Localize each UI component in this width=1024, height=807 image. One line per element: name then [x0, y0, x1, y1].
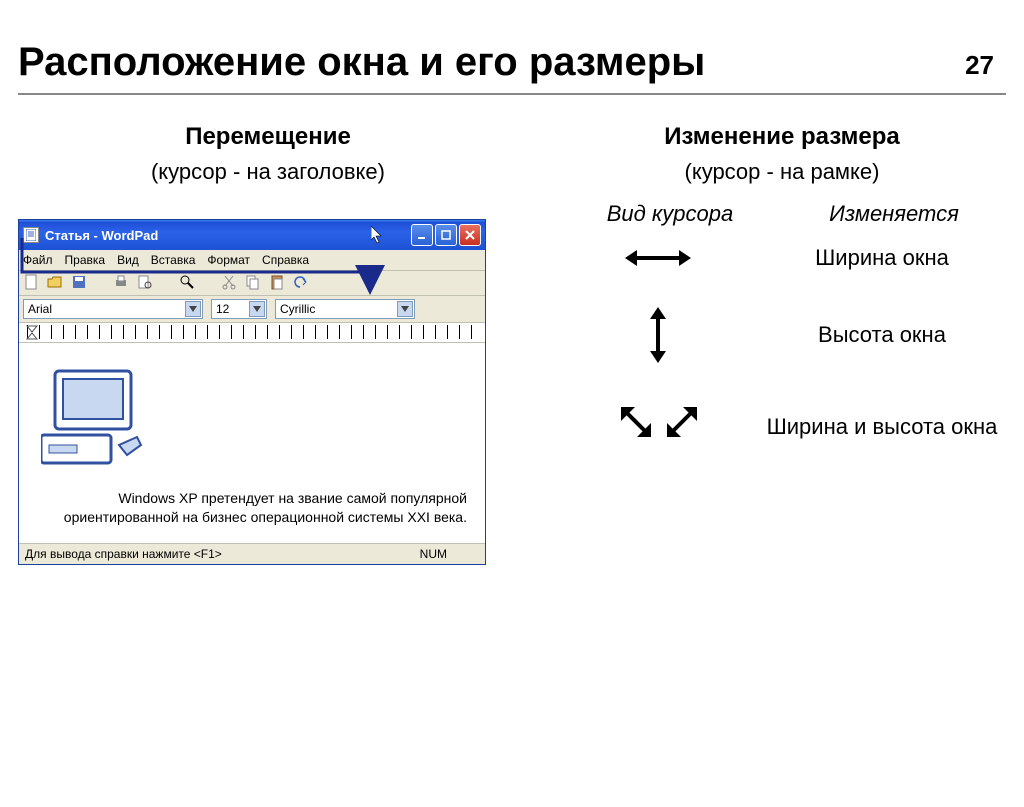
ruler-indent-icon[interactable]	[25, 323, 39, 343]
resize-vertical-icon	[646, 305, 670, 365]
new-file-icon[interactable]	[23, 274, 41, 292]
slide-title: Расположение окна и его размеры	[18, 40, 1024, 85]
undo-icon[interactable]	[293, 274, 311, 292]
table-col2: Изменяется	[782, 201, 1006, 227]
menu-help[interactable]: Справка	[262, 253, 309, 267]
charset-combo[interactable]: Cyrillic	[275, 299, 415, 319]
find-icon[interactable]	[179, 274, 197, 292]
paste-icon[interactable]	[269, 274, 287, 292]
chevron-down-icon[interactable]	[185, 301, 201, 317]
status-text: Для вывода справки нажмите <F1>	[25, 547, 404, 561]
chevron-down-icon[interactable]	[249, 301, 265, 317]
cursor-desc-height: Высота окна	[758, 322, 1006, 348]
maximize-button[interactable]	[435, 224, 457, 246]
cursor-desc-width: Ширина окна	[758, 245, 1006, 271]
right-heading: Изменение размера	[558, 123, 1006, 151]
wordpad-statusbar: Для вывода справки нажмите <F1> NUM	[19, 543, 485, 564]
wordpad-ruler	[19, 323, 485, 343]
close-button[interactable]	[459, 224, 481, 246]
save-icon[interactable]	[71, 274, 89, 292]
charset-combo-value: Cyrillic	[280, 302, 315, 316]
copy-icon[interactable]	[245, 274, 263, 292]
computer-clipart-icon	[41, 363, 161, 473]
cursor-row-diagonal: Ширина и высота окна	[558, 399, 1006, 455]
resize-diagonal-icon	[613, 399, 703, 455]
page-number: 27	[965, 50, 994, 81]
chevron-down-icon[interactable]	[397, 301, 413, 317]
minimize-button[interactable]	[411, 224, 433, 246]
size-combo-value: 12	[216, 302, 229, 316]
size-combo[interactable]: 12	[211, 299, 267, 319]
wordpad-window: Статья - WordPad Фа	[18, 219, 486, 565]
right-sub: (курсор - на рамке)	[558, 159, 1006, 185]
wordpad-toolbar	[19, 271, 485, 296]
print-icon[interactable]	[113, 274, 131, 292]
cursor-arrow-icon	[371, 226, 385, 244]
wordpad-menu: Файл Правка Вид Вставка Формат Справка	[19, 250, 485, 271]
menu-file[interactable]: Файл	[23, 253, 53, 267]
title-underline	[18, 93, 1006, 95]
cursor-row-vertical: Высота окна	[558, 305, 1006, 365]
wordpad-title: Статья - WordPad	[45, 228, 411, 243]
cut-icon[interactable]	[221, 274, 239, 292]
menu-insert[interactable]: Вставка	[151, 253, 196, 267]
wordpad-document[interactable]: Windows XP претендует на звание самой по…	[19, 343, 485, 543]
menu-format[interactable]: Формат	[207, 253, 250, 267]
status-num: NUM	[404, 547, 463, 561]
cursor-row-horizontal: Ширина окна	[558, 245, 1006, 271]
resize-horizontal-icon	[623, 246, 693, 270]
preview-icon[interactable]	[137, 274, 155, 292]
left-sub: (курсор - на заголовке)	[18, 159, 518, 185]
wordpad-app-icon	[23, 227, 39, 243]
menu-edit[interactable]: Правка	[65, 253, 106, 267]
document-text: Windows XP претендует на звание самой по…	[37, 489, 467, 527]
left-column: Перемещение (курсор - на заголовке) Стат…	[18, 123, 518, 565]
wordpad-formatbar: Arial 12 Cyrillic	[19, 296, 485, 323]
font-combo[interactable]: Arial	[23, 299, 203, 319]
left-heading: Перемещение	[18, 123, 518, 151]
table-col1: Вид курсора	[558, 201, 782, 227]
font-combo-value: Arial	[28, 302, 52, 316]
open-file-icon[interactable]	[47, 274, 65, 292]
right-column: Изменение размера (курсор - на рамке) Ви…	[518, 123, 1006, 565]
cursor-desc-both: Ширина и высота окна	[758, 414, 1006, 440]
wordpad-titlebar[interactable]: Статья - WordPad	[19, 220, 485, 250]
menu-view[interactable]: Вид	[117, 253, 139, 267]
